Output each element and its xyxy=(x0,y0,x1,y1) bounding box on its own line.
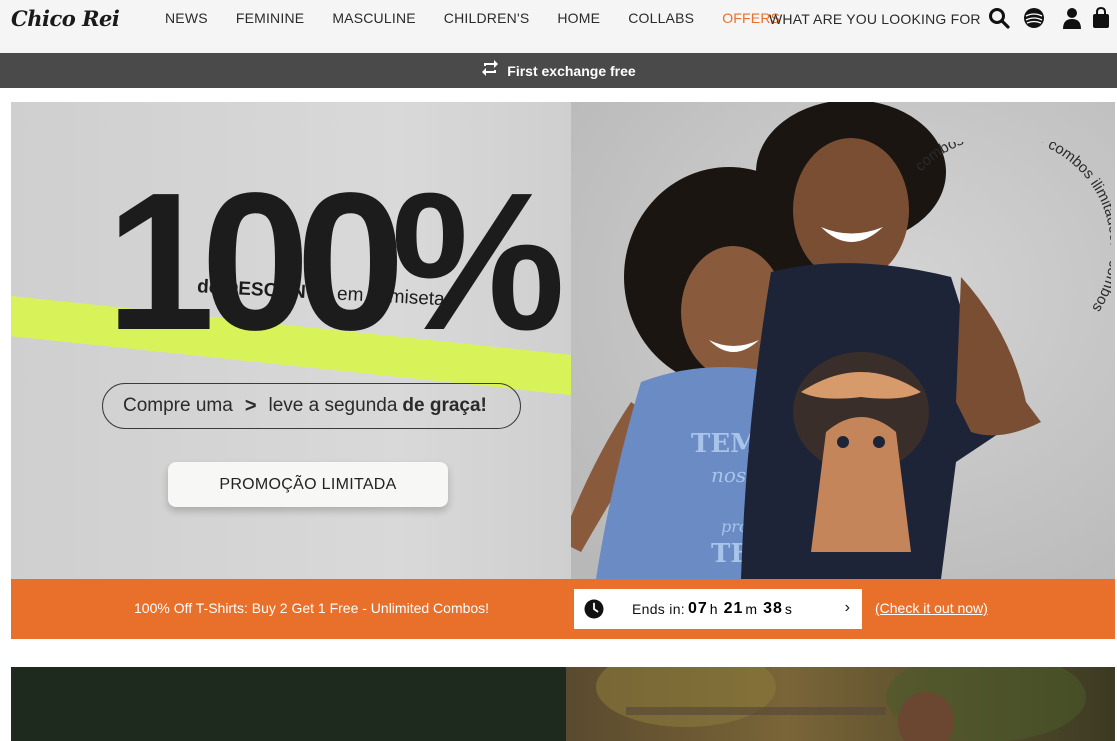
countdown-timer[interactable]: Ends in: 07 h 21 m 38 s › xyxy=(574,589,862,629)
hero-banner[interactable]: 100% de DESCONTO em camisetas Compre uma… xyxy=(11,102,1115,579)
countdown-bar: 100% Off T-Shirts: Buy 2 Get 1 Free - Un… xyxy=(11,579,1115,639)
timer-hours: 07 xyxy=(688,600,708,617)
timer-seconds-unit: s xyxy=(784,601,792,617)
nav-news[interactable]: NEWS xyxy=(165,10,208,26)
chevron-right-icon[interactable]: › xyxy=(845,599,850,617)
next-banner-left xyxy=(11,667,566,741)
globe-icon[interactable] xyxy=(1022,6,1046,30)
nav-feminine[interactable]: FEMININE xyxy=(236,10,305,26)
user-icon[interactable] xyxy=(1060,6,1084,30)
timer-minutes-unit: m xyxy=(745,601,758,617)
nav-masculine[interactable]: MASCULINE xyxy=(332,10,415,26)
next-banner[interactable] xyxy=(11,667,1115,741)
free-exchange-bar: First exchange free xyxy=(0,53,1117,88)
next-banner-image xyxy=(596,667,1086,741)
timer-hours-unit: h xyxy=(709,601,718,617)
next-banner-photo xyxy=(566,667,1115,741)
offer-pill: Compre uma > leve a segunda de graça! xyxy=(102,383,521,429)
ends-in-label: Ends in: xyxy=(632,601,685,617)
bag-icon[interactable] xyxy=(1089,6,1113,30)
nav-childrens[interactable]: CHILDREN'S xyxy=(444,10,530,26)
pill-bold: de graça! xyxy=(402,395,487,416)
check-it-out-link[interactable]: (Check it out now) xyxy=(875,600,988,616)
exchange-icon xyxy=(481,58,499,83)
pill-text-2: leve a segunda xyxy=(268,395,398,416)
search-label[interactable]: WHAT ARE YOU LOOKING FOR xyxy=(769,11,981,27)
logo[interactable]: Chico Rei xyxy=(11,6,120,31)
countdown-message: 100% Off T-Shirts: Buy 2 Get 1 Free - Un… xyxy=(134,600,490,616)
svg-text:combos ilimitados! • combos il: combos ilimitados! • combos ilimitados! … xyxy=(912,142,1111,315)
discount-rest: em camisetas xyxy=(331,283,455,311)
search-icon[interactable] xyxy=(987,6,1011,30)
main-nav: NEWS FEMININE MASCULINE CHILDREN'S HOME … xyxy=(165,10,800,26)
pill-arrow: > xyxy=(244,394,257,417)
timer-seconds: 38 xyxy=(763,600,783,617)
free-exchange-text: First exchange free xyxy=(507,62,636,79)
headline-100: 100% xyxy=(106,152,565,371)
limited-promo-button[interactable]: PROMOÇÃO LIMITADA xyxy=(168,462,448,507)
nav-collabs[interactable]: COLLABS xyxy=(628,10,694,26)
discount-bold: de DESCONTO xyxy=(196,276,333,305)
nav-home[interactable]: HOME xyxy=(557,10,600,26)
timer-minutes: 21 xyxy=(723,600,744,617)
clock-icon xyxy=(584,599,604,619)
combos-curved-text: combos ilimitados! • combos ilimitados! … xyxy=(912,142,1111,315)
curved-text: combos ilimitados! • combos ilimitados! … xyxy=(912,142,1111,315)
pill-text: Compre uma xyxy=(123,395,233,416)
site-header: Chico Rei NEWS FEMININE MASCULINE CHILDR… xyxy=(0,0,1117,53)
